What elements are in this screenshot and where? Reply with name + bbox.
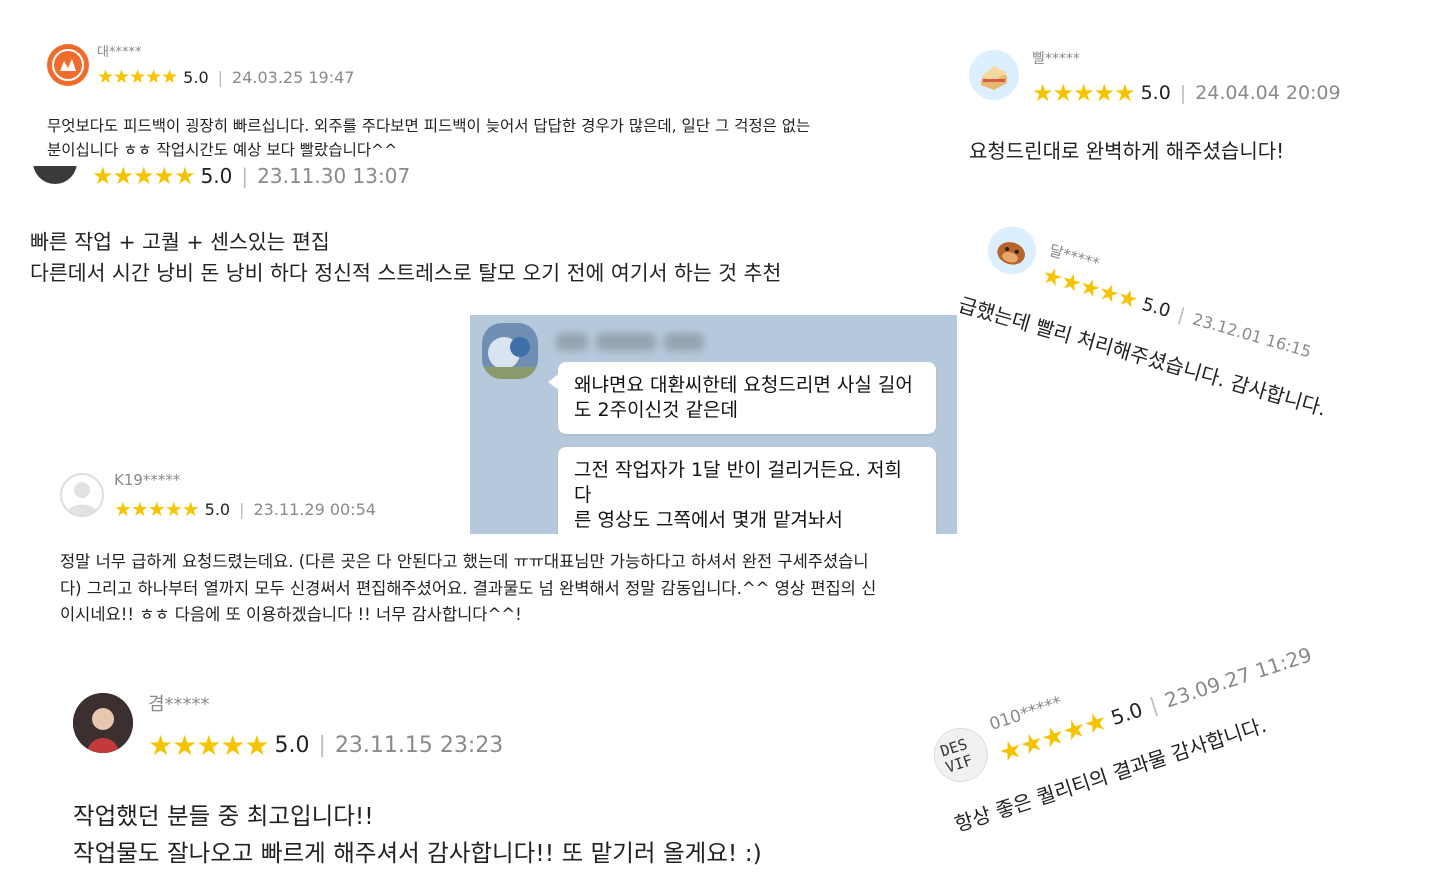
reviewer-name: 겸***** [148, 694, 210, 715]
chat-avatar [482, 323, 538, 379]
avatar: DES VIF [926, 720, 995, 789]
blurred-sender-name [556, 329, 706, 351]
chat-screenshot: 왜냐면요 대환씨한테 요청드리면 사실 길어 도 2주이신것 같은데 그전 작업… [470, 315, 957, 534]
review-meta: ★★★★★ 5.0 | 23.11.15 23:23 [148, 729, 504, 762]
rating-score: 5.0 [1107, 697, 1146, 730]
avatar-logo-text: DES VIF [938, 734, 975, 777]
reviewer-name: K19***** [114, 471, 181, 489]
rating-score: 5.0 [200, 166, 233, 188]
review-date: 24.03.25 19:47 [232, 67, 355, 87]
review-meta: ★★★★★ 5.0 | 24.03.25 19:47 [97, 66, 355, 88]
review-text: 작업했던 분들 중 최고입니다!! 작업물도 잘나오고 빠르게 해주셔서 감사합… [73, 802, 762, 867]
avatar [33, 166, 77, 184]
review-date: 23.12.01 16:15 [1190, 308, 1314, 361]
reviewer-name: 삘***** [1032, 51, 1080, 67]
review-date: 23.11.30 13:07 [257, 166, 411, 188]
review-text: 무엇보다도 피드백이 굉장히 빠르십니다. 외주를 주다보면 피드백이 늦어서 … [47, 117, 811, 159]
review-text: 요청드린대로 완벽하게 해주셨습니다! [969, 139, 1285, 163]
review-date: 23.11.15 23:23 [334, 733, 504, 758]
avatar [73, 693, 133, 753]
star-rating-icon: ★★★★★ [1032, 79, 1136, 107]
review-date: 24.04.04 20:09 [1195, 82, 1341, 104]
clipped-header: ★★★★★ 5.0 | 23.11.30 13:07 [0, 166, 470, 190]
avatar [982, 220, 1042, 281]
review-text: 정말 너무 급하게 요청드렸는데요. (다른 곳은 다 안된다고 했는데 ㅠㅠ대… [60, 552, 877, 624]
chat-message: 그전 작업자가 1달 반이 걸리거든요. 저희 다 른 영상도 그쪽에서 몇개 … [558, 447, 936, 534]
rating-score: 5.0 [204, 499, 231, 519]
review-card-7: DES VIF 010***** ★★★★★ 5.0 | 23.09.27 11… [894, 520, 1393, 852]
star-rating-icon: ★★★★★ [92, 166, 196, 190]
reviewer-name: 대***** [97, 45, 142, 60]
avatar [60, 473, 104, 517]
review-text: 빠른 작업 + 고퀄 + 센스있는 편집 다른데서 시간 낭비 돈 낭비 하다 … [30, 230, 782, 285]
star-rating-icon: ★★★★★ [97, 66, 178, 88]
rating-score: 5.0 [183, 67, 209, 87]
star-rating-icon: ★★★★★ [148, 729, 270, 762]
avatar [969, 50, 1019, 100]
review-meta: ★★★★★ 5.0 | 24.04.04 20:09 [1032, 79, 1341, 107]
rating-score: 5.0 [1139, 293, 1173, 322]
review-date: 23.11.29 00:54 [253, 499, 376, 519]
avatar [47, 44, 89, 86]
review-card-6: 달***** ★★★★★ 5.0 | 23.12.01 16:15 급했는데 빨… [903, 203, 1382, 552]
review-meta: ★★★★★ 5.0 | 23.11.29 00:54 [114, 497, 376, 521]
rating-score: 5.0 [274, 733, 310, 758]
star-rating-icon: ★★★★★ [114, 497, 200, 521]
chat-message: 왜냐면요 대환씨한테 요청드리면 사실 길어 도 2주이신것 같은데 [558, 362, 936, 434]
rating-score: 5.0 [1140, 82, 1171, 104]
